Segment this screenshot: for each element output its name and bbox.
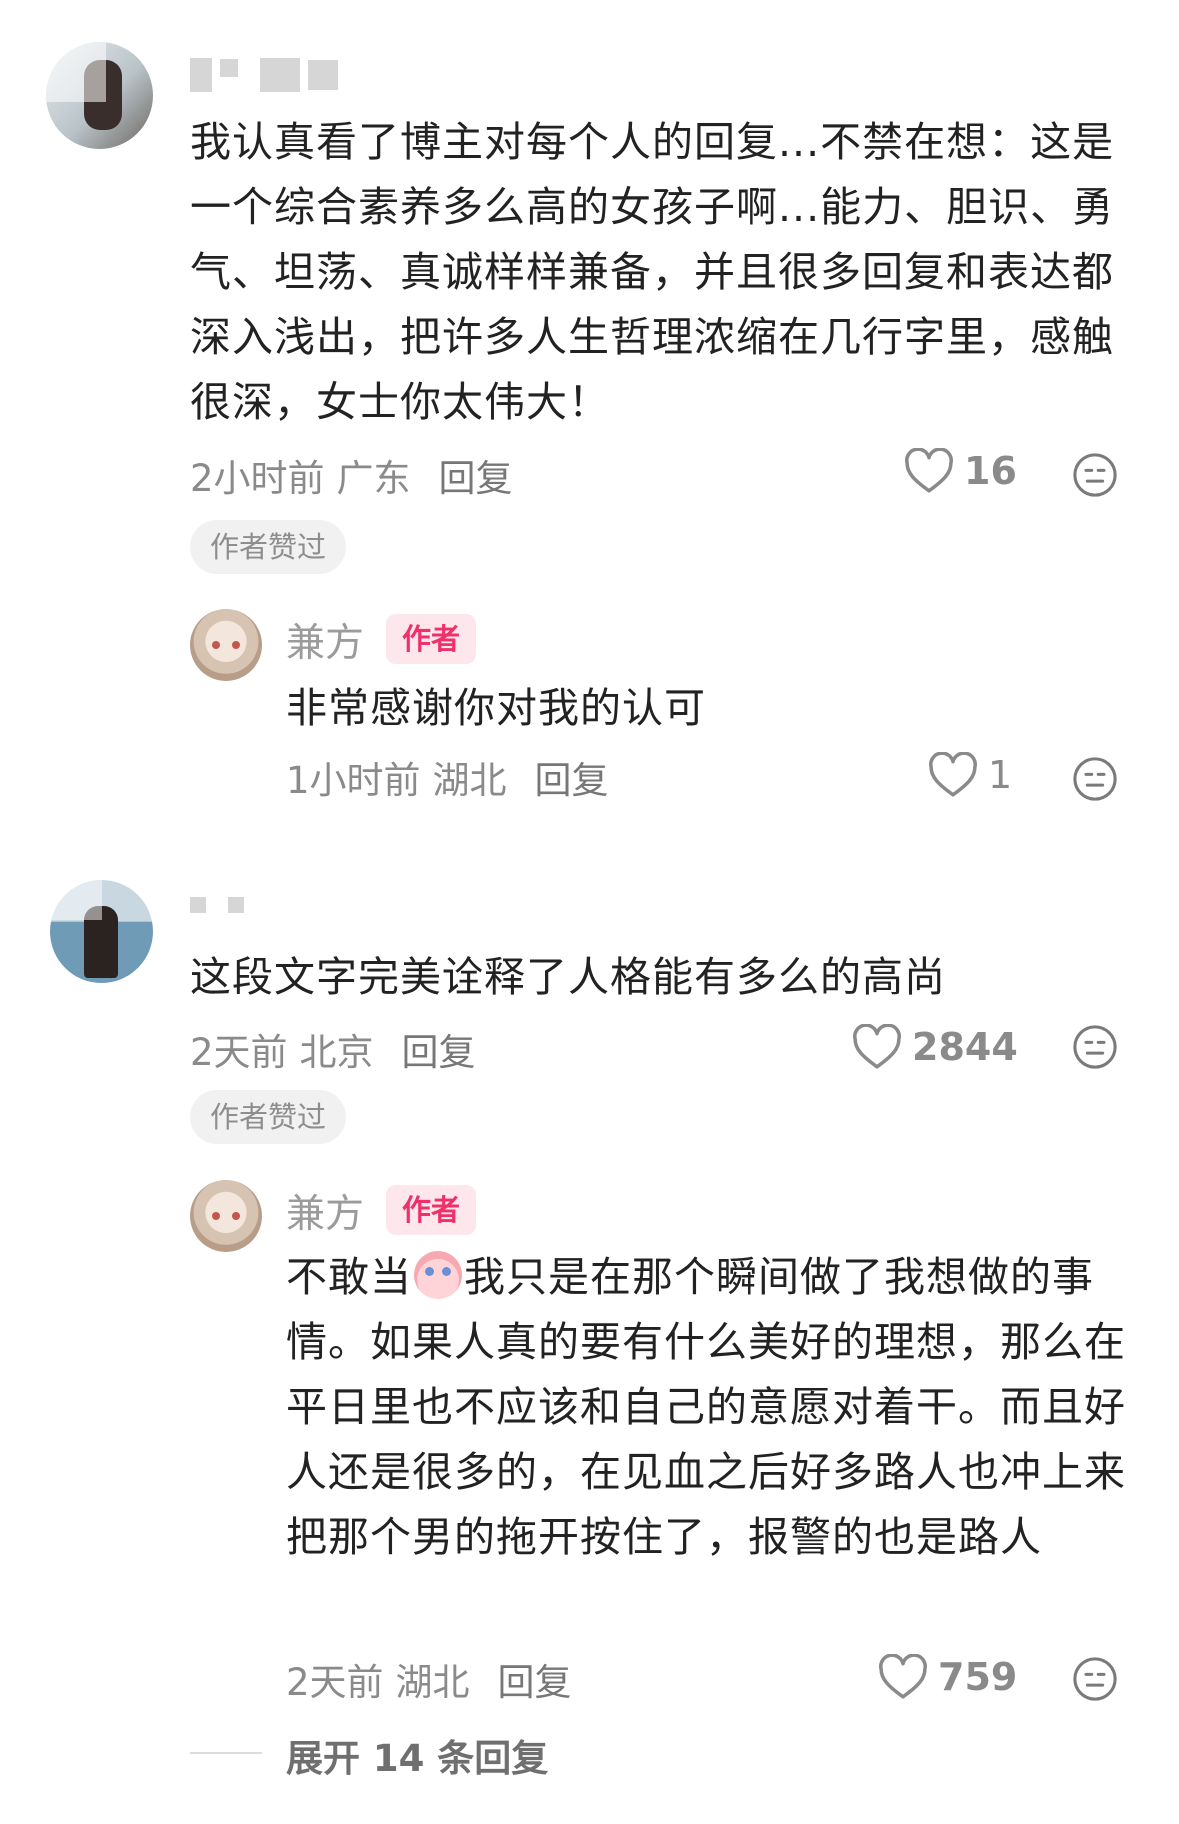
neutral-face-icon[interactable] xyxy=(1072,756,1118,802)
reply-button[interactable]: 回复 xyxy=(439,448,513,502)
crying-face-emoji xyxy=(414,1251,462,1299)
like-count: 2844 xyxy=(912,1025,1018,1069)
reply-meta: 1小时前 湖北 回复 xyxy=(286,750,609,804)
like-button[interactable]: 16 xyxy=(904,448,1017,494)
author-tag: 作者 xyxy=(386,1185,477,1235)
reply-button[interactable]: 回复 xyxy=(402,1022,476,1076)
reply-location: 湖北 xyxy=(432,759,507,802)
author-avatar[interactable] xyxy=(190,1180,262,1252)
reply-button[interactable]: 回复 xyxy=(498,1652,572,1706)
like-count: 1 xyxy=(988,753,1013,797)
comment-text: 这段文字完美诠释了人格能有多么的高尚 xyxy=(190,953,946,1001)
author-tag: 作者 xyxy=(386,614,477,664)
author-liked-badge: 作者赞过 xyxy=(190,520,347,574)
commenter-name-blurred[interactable] xyxy=(190,897,244,913)
neutral-face-icon[interactable] xyxy=(1072,1024,1118,1070)
neutral-face-icon[interactable] xyxy=(1072,1656,1118,1702)
reply-author-name[interactable]: 兼方 xyxy=(286,1183,364,1239)
comment-meta: 2天前 北京 回复 xyxy=(190,1022,476,1076)
reply-text: 不敢当 我只是在那个瞬间做了我想做的事情。如果人真的要有什么美好的理想，那么在平日… xyxy=(286,1245,1126,1570)
reply-time: 1小时前 xyxy=(286,759,421,802)
reply-button[interactable]: 回复 xyxy=(535,750,609,804)
reply-author-name[interactable]: 兼方 xyxy=(286,612,364,668)
reply-text: 非常感谢你对我的认可 xyxy=(286,684,706,732)
comment-text: 我认真看了博主对每个人的回复...不禁在想：这是一个综合素养多么高的女孩子啊..… xyxy=(190,118,1115,426)
comment-location: 广东 xyxy=(336,457,411,500)
neutral-face-icon[interactable] xyxy=(1072,452,1118,498)
like-button[interactable]: 2844 xyxy=(852,1024,1018,1070)
reply-text-before-emoji: 不敢当 xyxy=(286,1253,412,1301)
reply-location: 湖北 xyxy=(395,1661,470,1704)
author-avatar[interactable] xyxy=(190,609,262,681)
like-button[interactable]: 1 xyxy=(928,752,1012,798)
heart-outline-icon xyxy=(929,752,977,797)
commenter-avatar[interactable] xyxy=(46,42,153,149)
like-count: 759 xyxy=(938,1655,1018,1699)
expand-replies-divider xyxy=(190,1752,262,1754)
heart-outline-icon xyxy=(879,1654,927,1699)
comment-time: 2小时前 xyxy=(190,457,325,500)
expand-replies-button[interactable]: 展开 14 条回复 xyxy=(286,1728,548,1782)
commenter-avatar[interactable] xyxy=(50,880,153,983)
like-count: 16 xyxy=(964,449,1017,493)
like-button[interactable]: 759 xyxy=(878,1654,1017,1700)
heart-outline-icon xyxy=(853,1024,901,1069)
reply-text-after-emoji: 我只是在那个瞬间做了我想做的事情。如果人真的要有什么美好的理想，那么在平日里也不… xyxy=(286,1253,1126,1561)
comment-location: 北京 xyxy=(299,1031,374,1074)
reply-meta: 2天前 湖北 回复 xyxy=(286,1652,572,1706)
heart-outline-icon xyxy=(905,448,953,493)
comment-meta: 2小时前 广东 回复 xyxy=(190,448,513,502)
reply-time: 2天前 xyxy=(286,1661,384,1704)
commenter-name-blurred[interactable] xyxy=(190,58,338,92)
comment-time: 2天前 xyxy=(190,1031,288,1074)
author-liked-badge: 作者赞过 xyxy=(190,1090,347,1144)
